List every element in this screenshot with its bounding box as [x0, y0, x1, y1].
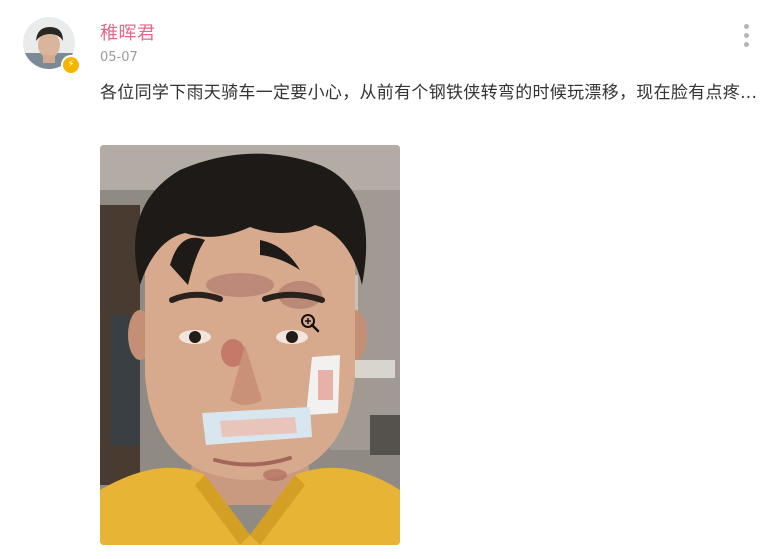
more-dot [744, 42, 749, 47]
post-date: 05-07 [100, 50, 138, 65]
lightning-icon: ⚡ [61, 55, 81, 75]
author-name[interactable]: 稚晖君 [100, 19, 156, 45]
more-vertical-icon[interactable] [744, 24, 752, 47]
post-photo[interactable] [100, 145, 400, 545]
more-dot [744, 24, 749, 29]
more-dot [744, 33, 749, 38]
post-text: 各位同学下雨天骑车一定要小心，从前有个钢铁侠转弯的时候玩漂移，现在脸有点疼... [100, 83, 758, 103]
post-card: ⚡ 稚晖君 05-07 各位同学下雨天骑车一定要小心，从前有个钢铁侠转弯的时候玩… [0, 0, 766, 559]
